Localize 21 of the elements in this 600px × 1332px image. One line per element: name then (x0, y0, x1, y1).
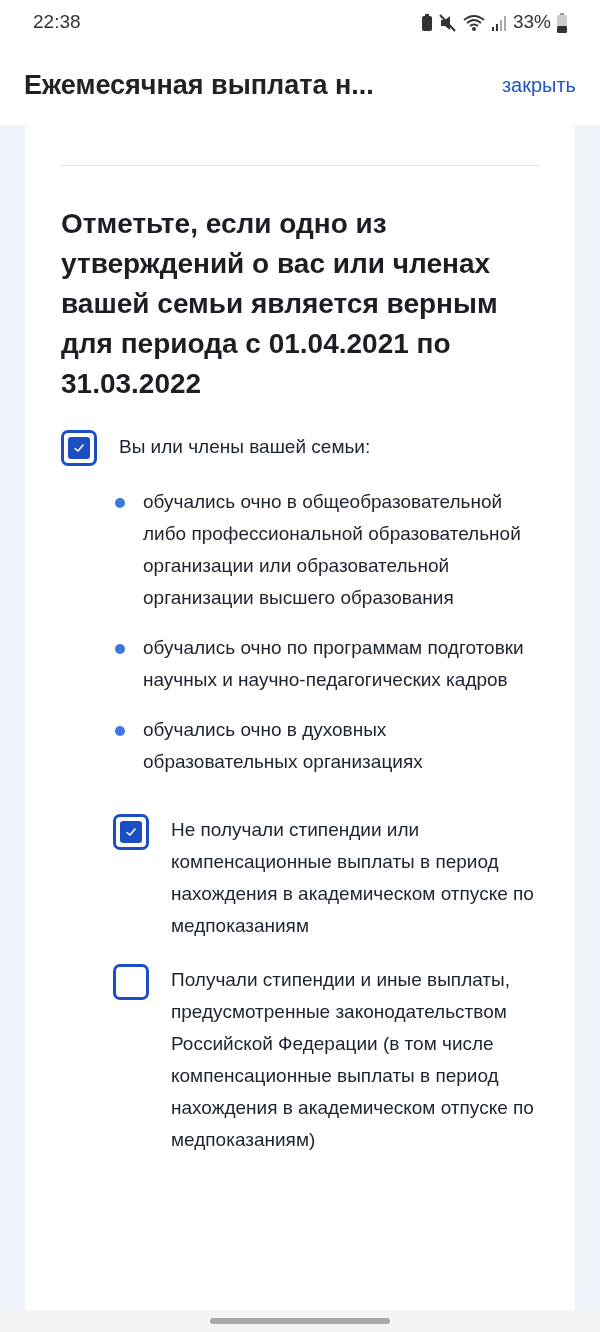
battery-saver-icon (420, 13, 433, 32)
option-label: Вы или члены вашей семьи: (119, 435, 371, 459)
page-title: Ежемесячная выплата н... (24, 68, 374, 102)
wifi-icon (462, 13, 485, 32)
signal-icon (490, 13, 507, 32)
checkbox[interactable] (113, 814, 149, 850)
close-link[interactable]: закрыть (501, 70, 576, 100)
bullet-text: обучались очно по программам подготовки научных и научно-педагогических кадров (143, 636, 525, 692)
bullet-text: обучались очно в общеобразовательной либо профессиональной образовательной организации или образовательной организации высшего образования (143, 490, 522, 610)
check-icon (124, 825, 138, 839)
mute-icon (438, 13, 457, 32)
checkbox[interactable] (113, 964, 149, 1000)
bullet-text: обучались очно в духовных образовательных организациях (143, 718, 424, 774)
option-label: Получали стипендии и иные выплаты, предусмотренные законодательством Российской Федерации (в том числе компенсационные выплаты в период нахождения в академическом отпуске по медпоказаниям) (171, 968, 535, 1152)
question-title: Отметьте, если одно из утверждений о вас или членах вашей семьи является верным для периода с 01.04.2021 по 31.03.2022 (61, 207, 499, 401)
option-label: Не получали стипендии или компенсационные выплаты в период нахождения в академическом отпуске по медпоказаниям (171, 818, 535, 938)
battery-percent: 33% (512, 10, 551, 35)
check-icon (72, 441, 86, 455)
battery-icon (557, 12, 567, 33)
status-time: 22:38 (33, 10, 81, 35)
checkbox[interactable] (61, 430, 97, 466)
